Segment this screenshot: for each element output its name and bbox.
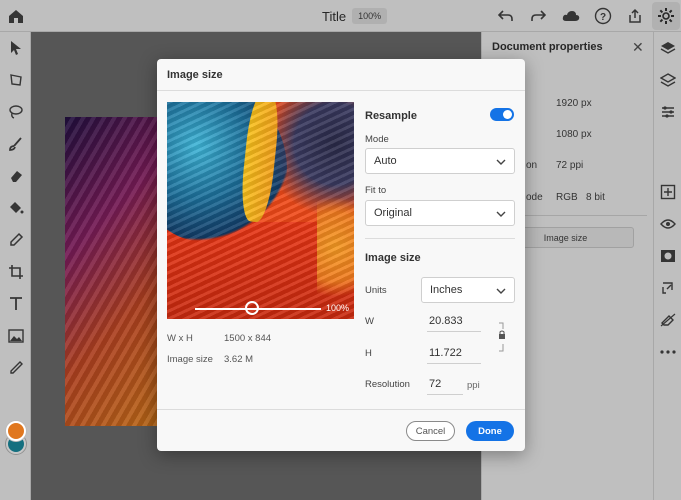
dialog-footer-divider bbox=[157, 409, 525, 410]
file-size-label: Image size bbox=[167, 354, 213, 365]
chevron-down-icon bbox=[496, 211, 506, 217]
preview-zoom-value: 100% bbox=[326, 303, 350, 313]
units-value: Inches bbox=[430, 284, 463, 296]
resolution-unit: ppi bbox=[467, 380, 480, 391]
fit-to-value: Original bbox=[374, 207, 412, 219]
width-label: W bbox=[365, 316, 374, 327]
units-select[interactable]: Inches bbox=[421, 277, 515, 303]
preview-zoom-slider-knob[interactable] bbox=[245, 301, 259, 315]
height-input[interactable]: 11.722 bbox=[427, 342, 481, 364]
width-input[interactable]: 20.833 bbox=[427, 310, 481, 332]
image-preview[interactable]: 100% bbox=[167, 102, 354, 319]
chevron-down-icon bbox=[496, 288, 506, 294]
resolution-label: Resolution bbox=[365, 379, 410, 390]
section-divider bbox=[365, 238, 515, 239]
done-button[interactable]: Done bbox=[466, 421, 514, 441]
resolution-input[interactable]: 72 bbox=[427, 373, 463, 395]
file-size-value: 3.62 M bbox=[224, 354, 254, 365]
mode-value: Auto bbox=[374, 155, 397, 167]
resample-toggle[interactable] bbox=[490, 108, 514, 121]
units-label: Units bbox=[365, 285, 387, 296]
fit-to-select[interactable]: Original bbox=[365, 200, 515, 226]
image-size-dialog: Image size 100% W x H 1500 x 844 Image s… bbox=[157, 59, 525, 451]
dimensions-value: 1500 x 844 bbox=[224, 333, 272, 344]
foreground-color-swatch[interactable] bbox=[6, 421, 26, 441]
lock-aspect-ratio-icon[interactable] bbox=[497, 321, 507, 353]
resample-heading: Resample bbox=[365, 110, 417, 122]
chevron-down-icon bbox=[496, 159, 506, 165]
dialog-header-divider bbox=[157, 90, 525, 91]
fit-to-label: Fit to bbox=[365, 185, 387, 196]
mode-select[interactable]: Auto bbox=[365, 148, 515, 174]
mode-label: Mode bbox=[365, 134, 389, 145]
image-size-heading: Image size bbox=[365, 252, 421, 264]
dialog-title: Image size bbox=[167, 69, 223, 81]
cancel-button[interactable]: Cancel bbox=[406, 421, 455, 441]
height-label: H bbox=[365, 348, 372, 359]
dimensions-label: W x H bbox=[167, 333, 193, 344]
